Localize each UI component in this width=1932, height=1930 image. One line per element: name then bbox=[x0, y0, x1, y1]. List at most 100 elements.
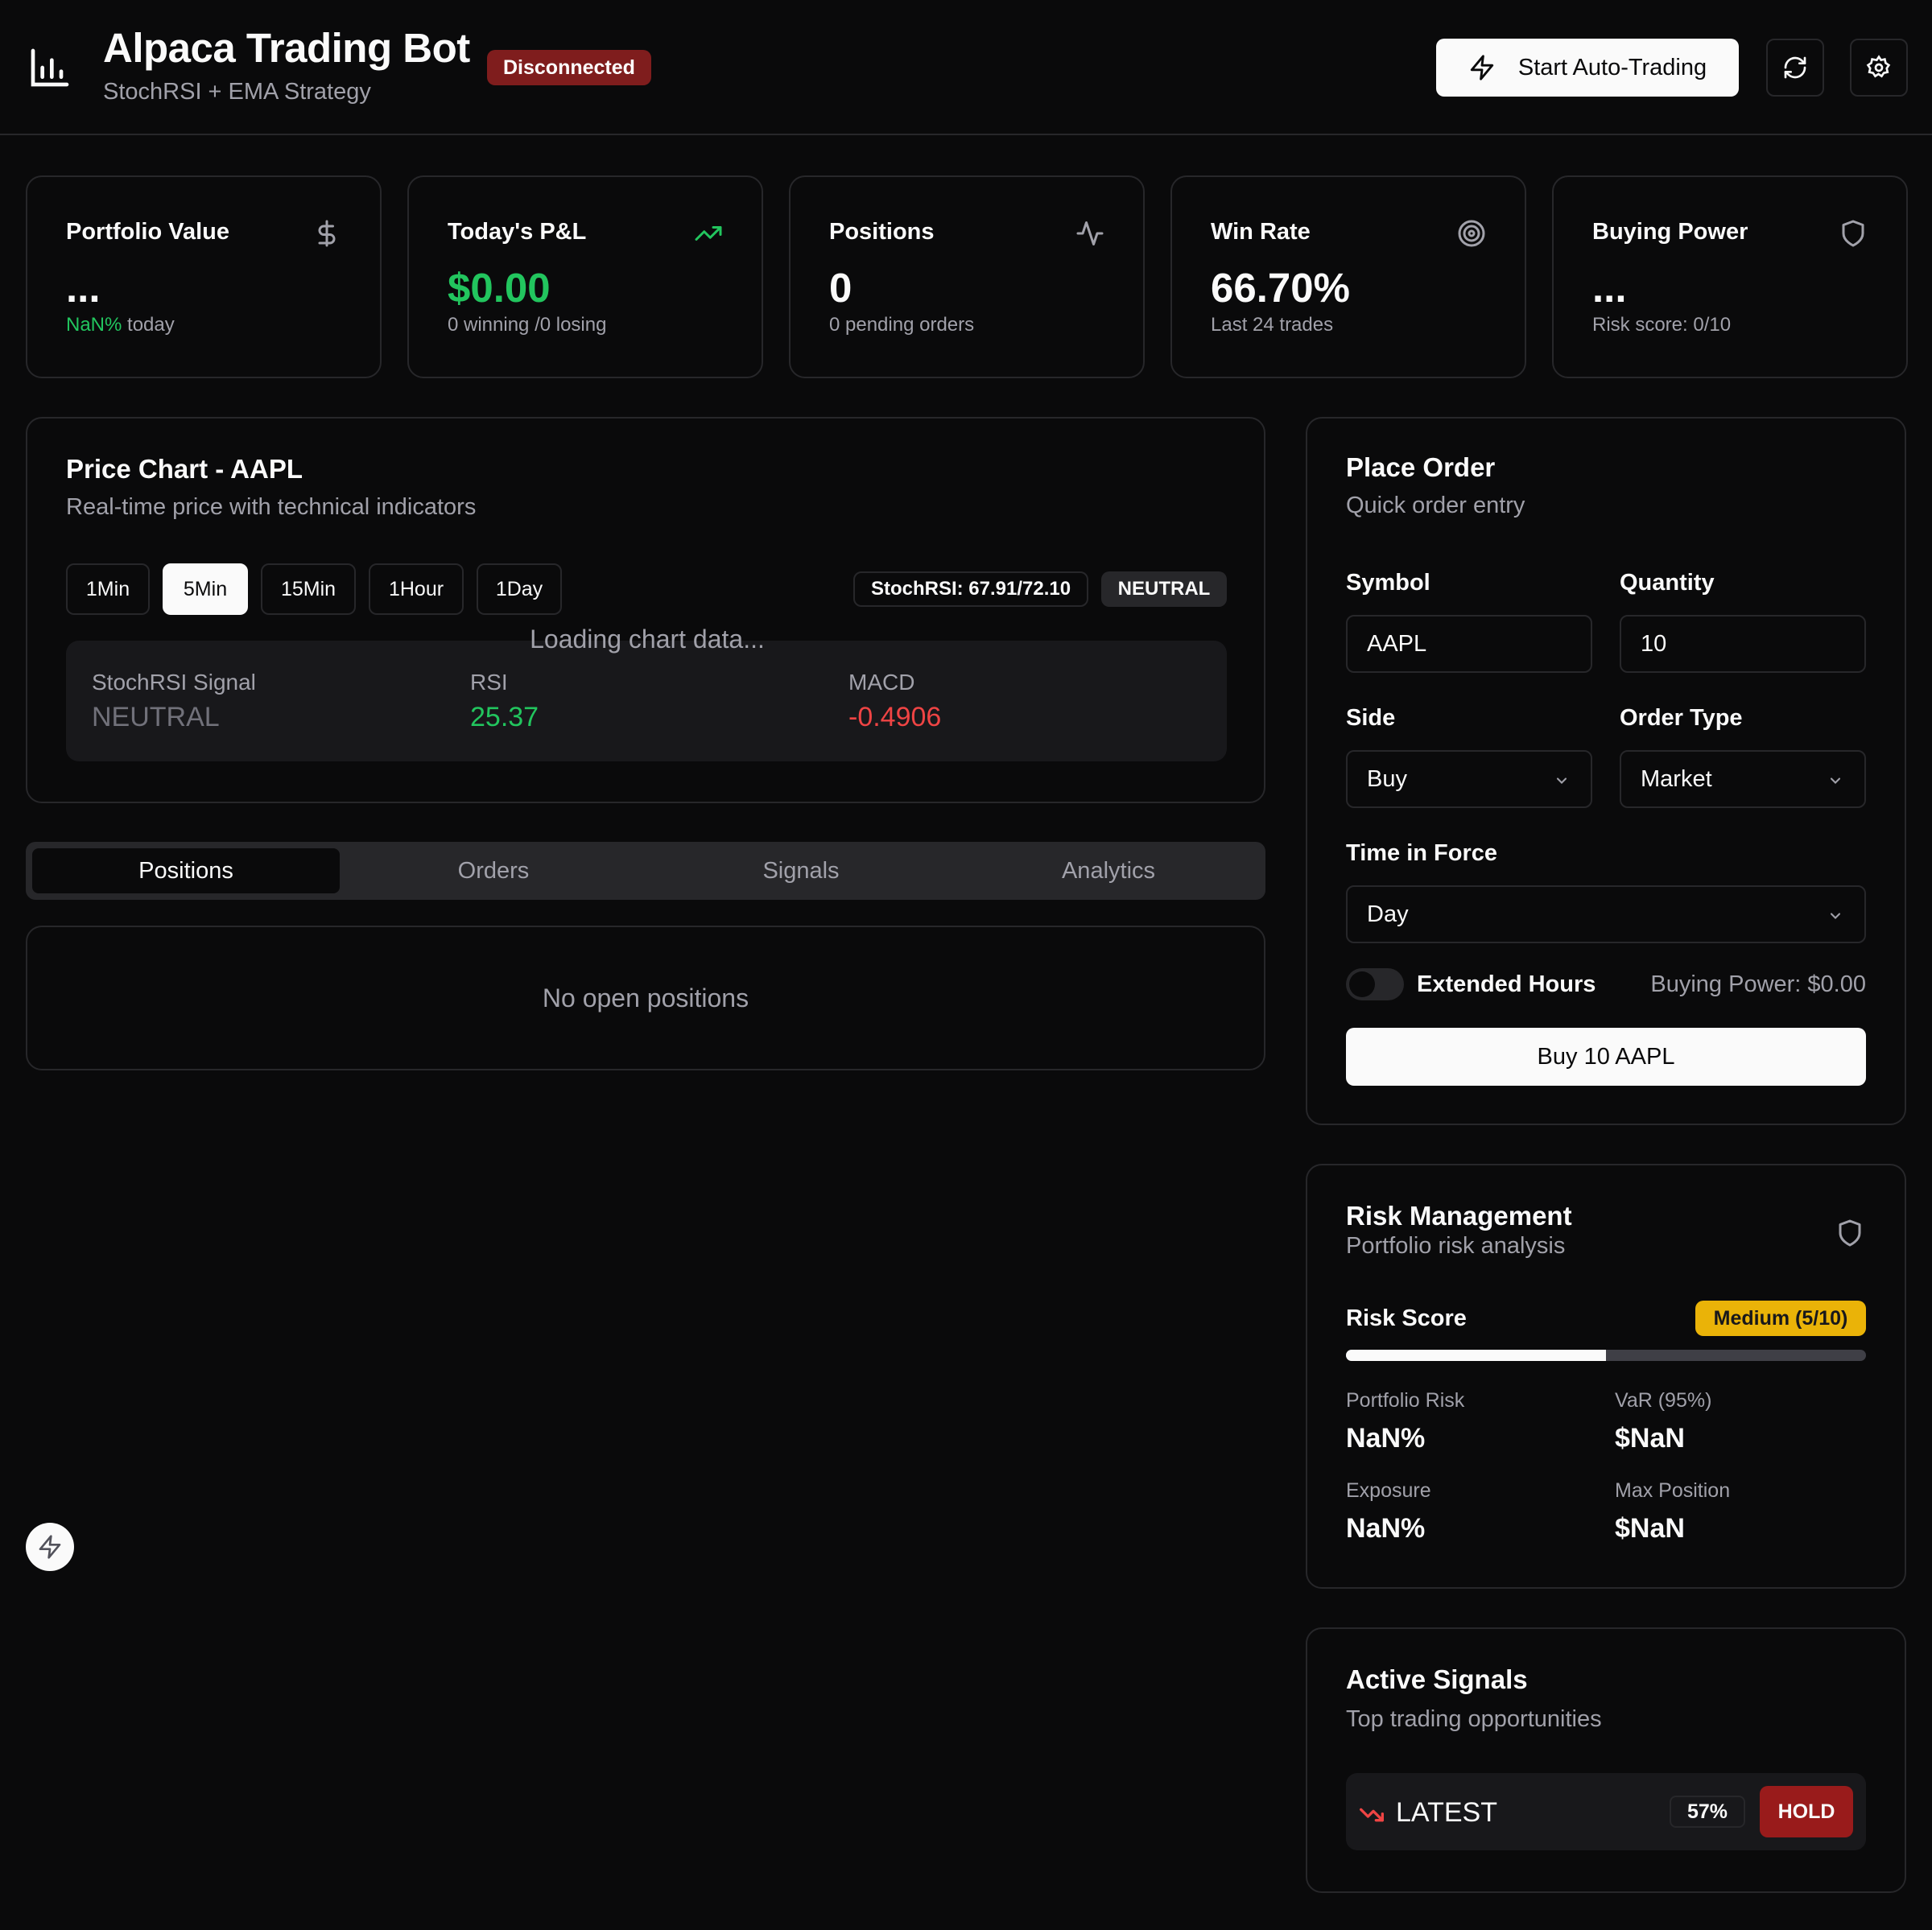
risk-subtitle: Portfolio risk analysis bbox=[1346, 1233, 1566, 1259]
connection-status-badge: Disconnected bbox=[487, 50, 651, 85]
signals-title: Active Signals bbox=[1346, 1664, 1528, 1694]
stat-value: 66.70% bbox=[1211, 265, 1350, 311]
gear-icon bbox=[1866, 55, 1891, 78]
risk-score-label: Risk Score bbox=[1346, 1305, 1467, 1331]
risk-score-badge: Medium (5/10) bbox=[1695, 1301, 1866, 1336]
trending-down-icon bbox=[1360, 1808, 1384, 1822]
timeframe-5min[interactable]: 5Min bbox=[163, 563, 248, 615]
target-icon bbox=[1458, 220, 1485, 247]
stat-card-buying-power: Buying Power ... Risk score: 0/10 bbox=[1552, 175, 1908, 378]
floating-action-button[interactable] bbox=[26, 1523, 74, 1571]
order-type-select[interactable]: Market bbox=[1620, 750, 1866, 808]
start-auto-trading-button[interactable]: Start Auto-Trading bbox=[1436, 39, 1739, 97]
extended-hours-label: Extended Hours bbox=[1417, 971, 1596, 997]
timeframe-1day[interactable]: 1Day bbox=[477, 563, 562, 615]
shield-icon bbox=[1842, 220, 1864, 247]
buying-power-text: Buying Power: $0.00 bbox=[1650, 971, 1866, 997]
dollar-icon bbox=[318, 220, 336, 247]
submit-order-button[interactable]: Buy 10 AAPL bbox=[1346, 1028, 1866, 1086]
extended-hours-toggle[interactable] bbox=[1346, 968, 1404, 1000]
risk-score-bar bbox=[1346, 1350, 1866, 1361]
metric-label-var: VaR (95%) bbox=[1615, 1389, 1712, 1412]
signal-symbol: LATEST bbox=[1396, 1797, 1497, 1828]
stat-title: Buying Power bbox=[1592, 219, 1748, 245]
chevron-down-icon bbox=[1830, 777, 1841, 784]
tab-positions[interactable]: Positions bbox=[32, 848, 340, 893]
quantity-input[interactable]: 10 bbox=[1620, 615, 1866, 673]
bar-chart-icon bbox=[31, 48, 69, 87]
chart-loading-text: Loading chart data... bbox=[530, 625, 765, 654]
toggle-knob bbox=[1349, 971, 1375, 997]
metric-value-var: $NaN bbox=[1615, 1423, 1685, 1454]
positions-empty-text: No open positions bbox=[542, 983, 749, 1012]
stochrsi-value-badge: StochRSI: 67.91/72.10 bbox=[853, 571, 1088, 607]
metric-label-max-position: Max Position bbox=[1615, 1479, 1731, 1502]
zap-icon bbox=[1470, 55, 1494, 80]
metric-label-exposure: Exposure bbox=[1346, 1479, 1431, 1502]
stat-title: Today's P&L bbox=[448, 219, 587, 245]
timeframe-15min[interactable]: 15Min bbox=[261, 563, 356, 615]
timeframe-1hour[interactable]: 1Hour bbox=[369, 563, 464, 615]
stat-card-positions: Positions 0 0 pending orders bbox=[789, 175, 1145, 378]
risk-score-fill bbox=[1346, 1350, 1606, 1361]
chevron-down-icon bbox=[1556, 777, 1567, 784]
place-order-subtitle: Quick order entry bbox=[1346, 493, 1525, 518]
signals-subtitle: Top trading opportunities bbox=[1346, 1706, 1602, 1732]
symbol-input[interactable]: AAPL bbox=[1346, 615, 1592, 673]
tab-signals[interactable]: Signals bbox=[647, 848, 955, 893]
stat-value: $0.00 bbox=[448, 265, 551, 311]
symbol-label: Symbol bbox=[1346, 570, 1430, 596]
metric-value-max-position: $NaN bbox=[1615, 1513, 1685, 1544]
indicator-value-macd: -0.4906 bbox=[848, 702, 942, 732]
side-label: Side bbox=[1346, 705, 1396, 731]
tab-orders[interactable]: Orders bbox=[340, 848, 647, 893]
signal-action-badge: HOLD bbox=[1760, 1786, 1853, 1837]
signal-badge: NEUTRAL bbox=[1101, 571, 1227, 607]
metric-label-portfolio-risk: Portfolio Risk bbox=[1346, 1389, 1465, 1412]
settings-button[interactable] bbox=[1850, 39, 1908, 97]
price-chart-subtitle: Real-time price with technical indicator… bbox=[66, 494, 477, 520]
timeframe-1min[interactable]: 1Min bbox=[66, 563, 150, 615]
metric-value-portfolio-risk: NaN% bbox=[1346, 1423, 1426, 1454]
time-in-force-select[interactable]: Day bbox=[1346, 885, 1866, 943]
side-select[interactable]: Buy bbox=[1346, 750, 1592, 808]
stat-sub-text: today bbox=[122, 314, 175, 336]
indicator-value-stochrsi: NEUTRAL bbox=[92, 702, 220, 732]
indicator-panel: StochRSI Signal NEUTRAL RSI 25.37 MACD -… bbox=[66, 641, 1227, 761]
main-tabs: Positions Orders Signals Analytics bbox=[26, 842, 1265, 900]
side-select-value: Buy bbox=[1367, 765, 1407, 792]
signal-confidence-badge: 57% bbox=[1670, 1796, 1745, 1828]
price-chart-title: Price Chart - AAPL bbox=[66, 454, 303, 484]
stat-sub: 0 winning /0 losing bbox=[448, 314, 607, 336]
tab-analytics[interactable]: Analytics bbox=[955, 848, 1262, 893]
trending-up-icon bbox=[695, 226, 722, 241]
positions-panel: No open positions bbox=[26, 926, 1265, 1070]
start-auto-trading-label: Start Auto-Trading bbox=[1517, 54, 1707, 80]
indicator-label-macd: MACD bbox=[848, 670, 915, 695]
time-in-force-value: Day bbox=[1367, 901, 1409, 927]
place-order-title: Place Order bbox=[1346, 452, 1496, 482]
refresh-button[interactable] bbox=[1766, 39, 1824, 97]
refresh-icon bbox=[1784, 56, 1806, 79]
order-type-label: Order Type bbox=[1620, 705, 1743, 731]
app-title: Alpaca Trading Bot bbox=[103, 25, 470, 71]
activity-icon bbox=[1076, 221, 1104, 245]
stat-card-todays-pnl: Today's P&L $0.00 0 winning /0 losing bbox=[407, 175, 763, 378]
stat-value: ... bbox=[1592, 265, 1627, 311]
stat-title: Positions bbox=[829, 219, 935, 245]
indicator-label-stochrsi: StochRSI Signal bbox=[92, 670, 256, 695]
shield-icon bbox=[1839, 1219, 1861, 1247]
stat-sub: 0 pending orders bbox=[829, 314, 975, 336]
stat-change: NaN% bbox=[66, 314, 122, 336]
zap-icon bbox=[39, 1535, 61, 1559]
stat-card-portfolio-value: Portfolio Value ... NaN% today bbox=[26, 175, 382, 378]
app-header: Alpaca Trading Bot StochRSI + EMA Strate… bbox=[0, 0, 1932, 135]
stat-title: Win Rate bbox=[1211, 219, 1311, 245]
risk-title: Risk Management bbox=[1346, 1201, 1572, 1231]
stat-sub: Risk score: 0/10 bbox=[1592, 314, 1732, 336]
stat-value: 0 bbox=[829, 265, 852, 311]
stat-title: Portfolio Value bbox=[66, 219, 230, 245]
time-in-force-label: Time in Force bbox=[1346, 840, 1498, 866]
chevron-down-icon bbox=[1830, 913, 1841, 919]
indicator-value-rsi: 25.37 bbox=[470, 702, 539, 732]
